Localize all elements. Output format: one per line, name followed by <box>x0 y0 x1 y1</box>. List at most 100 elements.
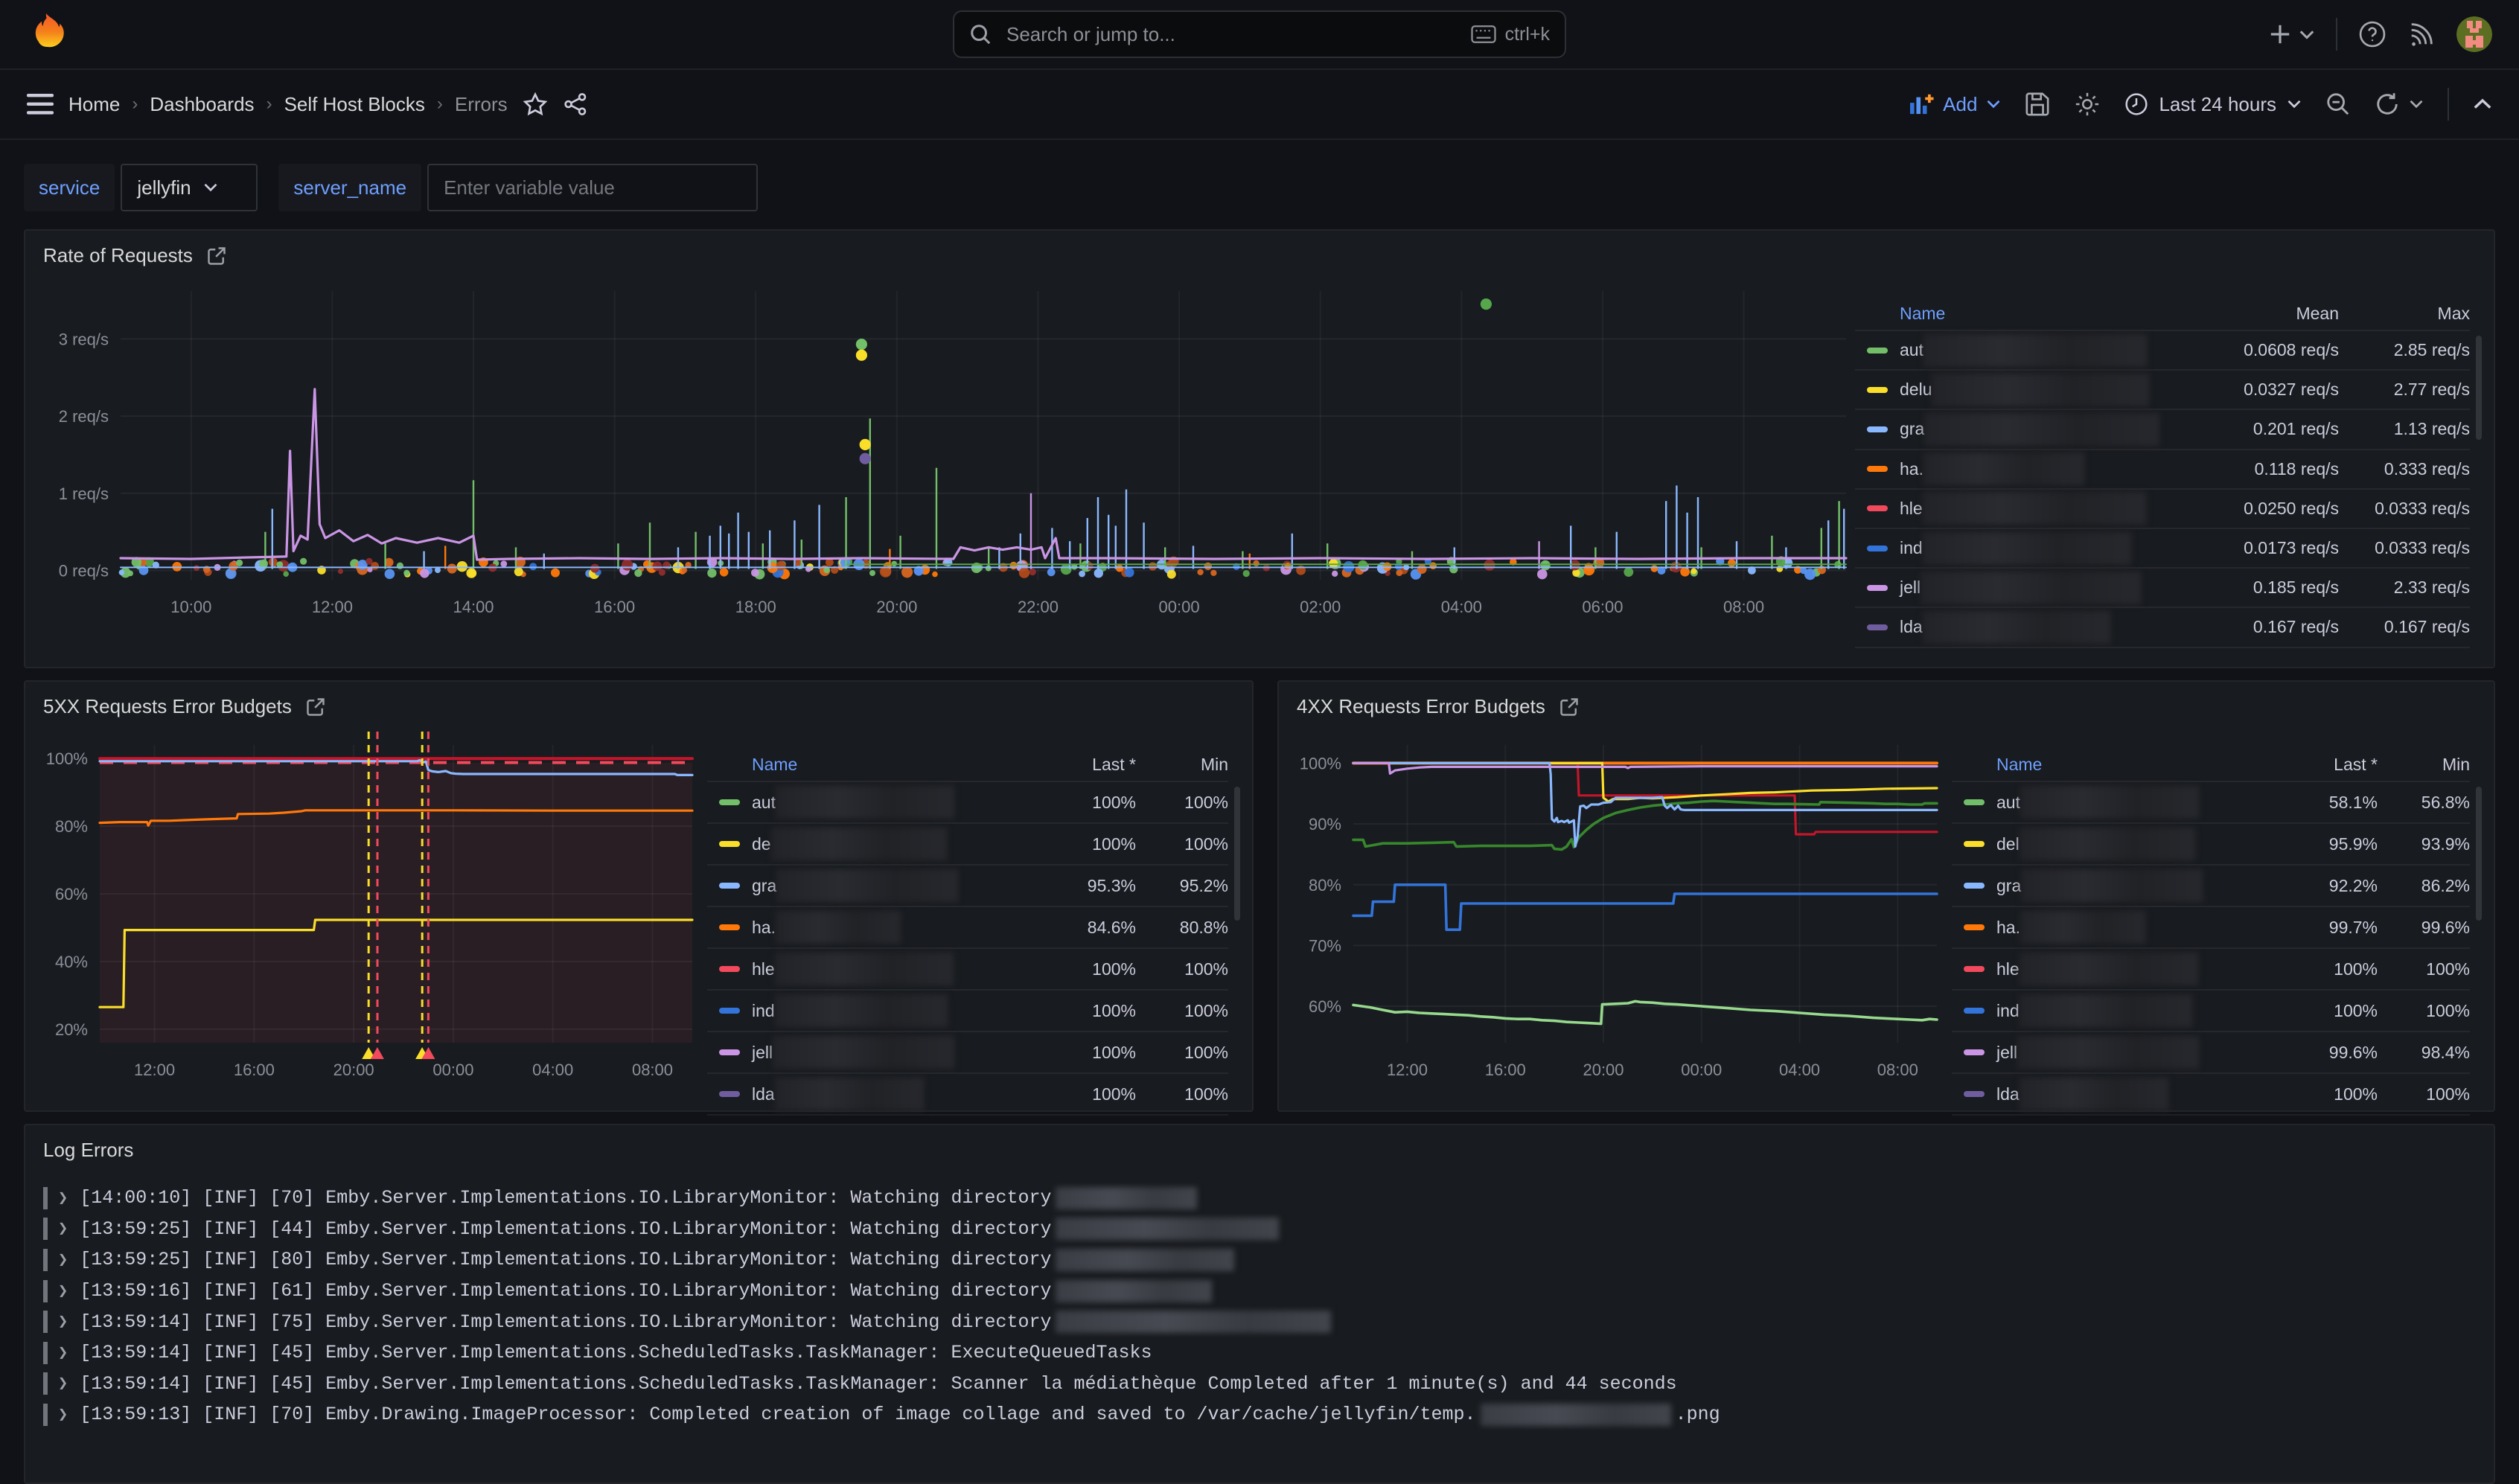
y-axis-tick-label: 60% <box>55 885 88 903</box>
avatar-image <box>2456 16 2492 52</box>
legend-value-2: 100% <box>1136 959 1228 979</box>
scatter-point <box>236 560 243 566</box>
variable-server-name-label: server_name <box>278 164 421 211</box>
legend-header-name[interactable]: Name <box>752 755 797 775</box>
dashboard-toolbar: Home›Dashboards›Self Host Blocks›Errors … <box>0 70 2519 140</box>
log-expand-caret[interactable]: ❯ <box>58 1374 68 1393</box>
external-link-icon[interactable] <box>305 697 326 717</box>
search-input[interactable] <box>1003 22 1459 48</box>
log-redacted-segment <box>1056 1249 1234 1271</box>
panel-title-4xx[interactable]: 4XX Requests Error Budgets <box>1279 682 2494 724</box>
breadcrumb-item-home[interactable]: Home <box>68 93 120 116</box>
5xx-error-budget-chart[interactable]: 20%40%60%80%100%12:0016:0020:0000:0004:0… <box>31 724 707 1090</box>
legend-row: ind0.0173 req/s0.0333 req/s <box>1855 529 2470 569</box>
external-link-icon[interactable] <box>206 246 227 266</box>
log-expand-caret[interactable]: ❯ <box>58 1405 68 1424</box>
legend-series-name[interactable]: lda <box>1996 1084 2020 1104</box>
4xx-error-budget-chart[interactable]: 60%70%80%90%100%12:0016:0020:0000:0004:0… <box>1285 724 1952 1090</box>
zoom-out-icon <box>2325 92 2351 117</box>
legend-value-1: 0.118 req/s <box>2190 459 2339 479</box>
legend-series-name[interactable]: ha. <box>1900 459 1923 479</box>
legend-series-name[interactable]: gra <box>1900 419 1924 439</box>
breadcrumb-item-self-host-blocks[interactable]: Self Host Blocks <box>284 93 425 116</box>
breadcrumb-item-dashboards[interactable]: Dashboards <box>150 93 254 116</box>
legend-header-col2[interactable]: Max <box>2339 304 2470 324</box>
legend-series-name[interactable]: lda <box>1900 617 1923 637</box>
legend-scrollbar[interactable] <box>2476 336 2482 440</box>
legend-header-row: Name Last *Min <box>1952 748 2470 782</box>
scatter-point <box>466 568 476 578</box>
add-button[interactable]: Add <box>1909 93 2001 116</box>
save-dashboard-button[interactable] <box>2025 92 2050 117</box>
panel-title-logs[interactable]: Log Errors <box>25 1125 2494 1168</box>
legend-series-name[interactable]: aut <box>1996 793 2020 813</box>
legend-series-name[interactable]: delu <box>1900 380 1932 400</box>
legend-series-name[interactable]: gra <box>1996 876 2021 896</box>
favorite-button[interactable] <box>523 92 548 116</box>
collapse-toolbar-button[interactable] <box>2473 97 2492 111</box>
log-level-bar <box>43 1218 48 1240</box>
variable-server-name-input[interactable] <box>427 164 758 211</box>
legend-header-col1[interactable]: Mean <box>2190 304 2339 324</box>
legend-series-name[interactable]: lda <box>752 1084 775 1104</box>
legend-header-name[interactable]: Name <box>1996 755 2042 775</box>
share-button[interactable] <box>563 92 588 116</box>
time-range-picker[interactable]: Last 24 hours <box>2124 92 2302 116</box>
dashboard-settings-button[interactable] <box>2074 91 2101 118</box>
legend-value-2: 99.6% <box>2378 918 2470 938</box>
scatter-point <box>1253 560 1259 566</box>
search-box[interactable]: ctrl+k <box>953 10 1566 58</box>
legend-series-name[interactable]: hle <box>1900 499 1923 519</box>
panel-title-5xx[interactable]: 5XX Requests Error Budgets <box>25 682 1252 724</box>
legend-value-1: 95.9% <box>2273 834 2378 854</box>
log-expand-caret[interactable]: ❯ <box>58 1250 68 1270</box>
variable-service-select[interactable]: jellyfin <box>121 164 258 211</box>
panel-title-rate[interactable]: Rate of Requests <box>25 231 2494 273</box>
legend-series-name[interactable]: ind <box>752 1001 775 1021</box>
legend-header-col1[interactable]: Last * <box>1032 755 1136 775</box>
legend-series-name[interactable]: hle <box>1996 959 2020 979</box>
external-link-icon[interactable] <box>1559 697 1580 717</box>
legend-series-name[interactable]: ha. <box>1996 918 2020 938</box>
log-expand-caret[interactable]: ❯ <box>58 1282 68 1301</box>
legend-header-col2[interactable]: Min <box>1136 755 1228 775</box>
legend-series-name[interactable]: jell <box>1900 578 1921 598</box>
refresh-button[interactable] <box>2375 92 2424 117</box>
legend-series-name[interactable]: gra <box>752 876 776 896</box>
help-button[interactable] <box>2358 20 2386 48</box>
log-level-bar <box>43 1404 48 1426</box>
legend-series-name[interactable]: del <box>1996 834 2020 854</box>
rate-of-requests-chart[interactable]: 0 req/s1 req/s2 req/s3 req/s10:0012:0014… <box>31 273 1855 630</box>
panel-title-text: Rate of Requests <box>43 244 193 267</box>
legend-value-2: 100% <box>1136 1084 1228 1104</box>
legend-header-name[interactable]: Name <box>1900 304 1945 324</box>
zoom-out-button[interactable] <box>2325 92 2351 117</box>
legend-header-col2[interactable]: Min <box>2378 755 2470 775</box>
log-expand-caret[interactable]: ❯ <box>58 1219 68 1238</box>
legend-series-name[interactable]: ha. <box>752 918 776 938</box>
legend-series-name[interactable]: de <box>752 834 771 854</box>
legend-series-name[interactable]: ind <box>1996 1001 2020 1021</box>
legend-scrollbar[interactable] <box>1234 787 1240 921</box>
user-avatar[interactable] <box>2456 16 2492 52</box>
log-expand-caret[interactable]: ❯ <box>58 1189 68 1208</box>
legend-scrollbar[interactable] <box>2476 787 2482 921</box>
legend-series-name[interactable]: jell <box>1996 1043 2017 1063</box>
legend-series-name[interactable]: aut <box>1900 340 1923 360</box>
log-expand-caret[interactable]: ❯ <box>58 1312 68 1331</box>
legend-series-name[interactable]: jell <box>752 1043 773 1063</box>
mega-menu-button[interactable] <box>27 94 54 115</box>
log-expand-caret[interactable]: ❯ <box>58 1343 68 1363</box>
new-button[interactable] <box>2269 23 2315 45</box>
legend-header-col1[interactable]: Last * <box>2273 755 2378 775</box>
legend-value-2: 100% <box>1136 1001 1228 1021</box>
legend-value-2: 100% <box>2378 1001 2470 1021</box>
grafana-logo[interactable] <box>27 12 66 57</box>
legend-series-name[interactable]: aut <box>752 793 776 813</box>
legend-value-1: 100% <box>1032 1043 1136 1063</box>
news-button[interactable] <box>2407 20 2436 48</box>
legend-series-name[interactable]: hle <box>752 959 775 979</box>
legend-value-1: 100% <box>1032 1001 1136 1021</box>
legend-series-name[interactable]: ind <box>1900 538 1923 558</box>
scatter-point <box>751 569 759 577</box>
